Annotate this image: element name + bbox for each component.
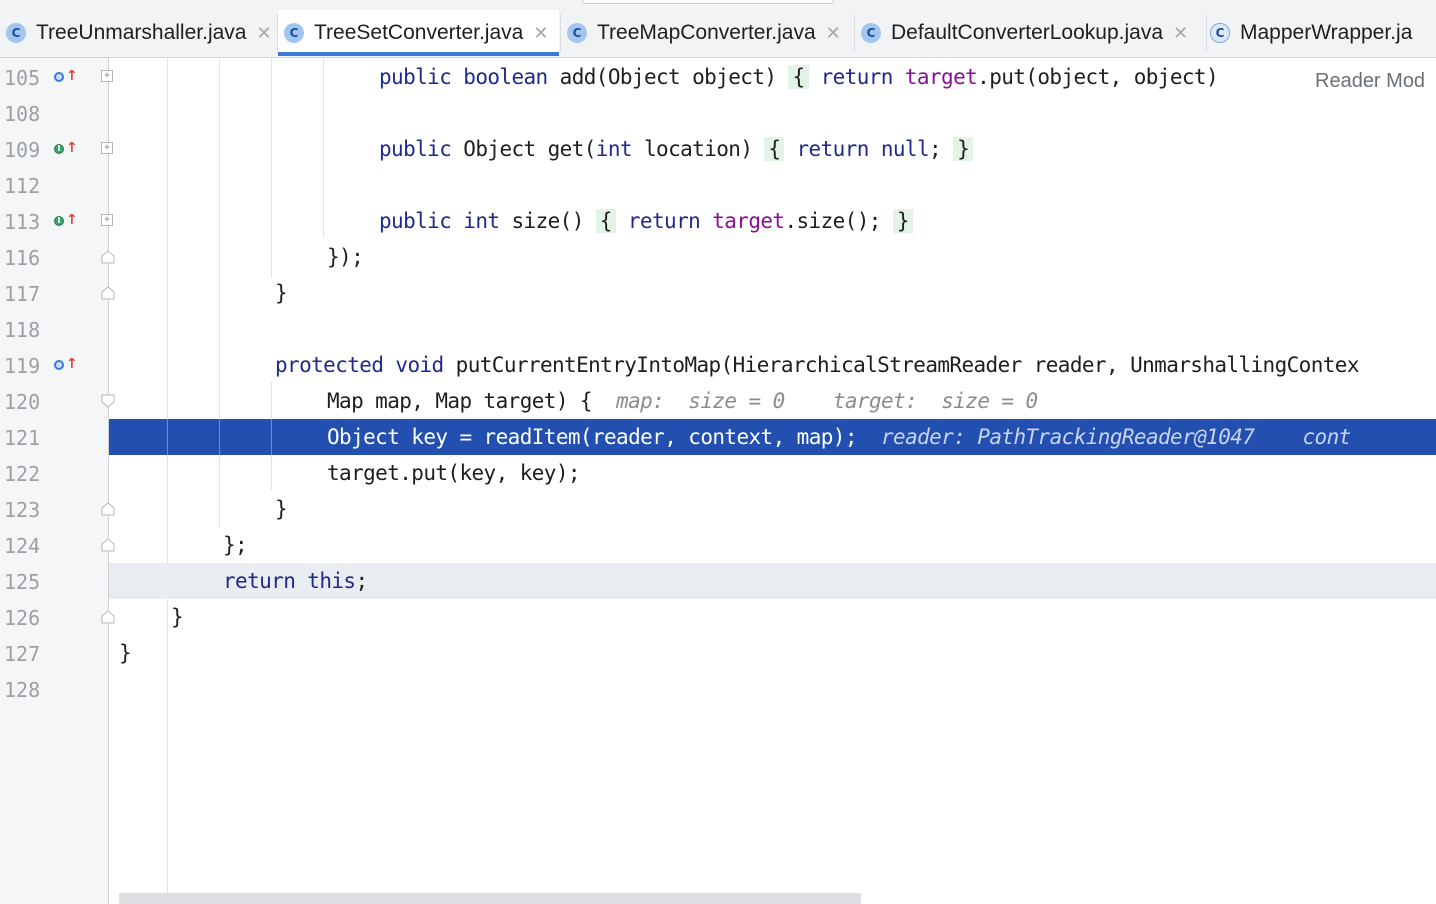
line-number: 105 bbox=[4, 66, 41, 90]
tab-label: TreeSetConverter.java bbox=[314, 21, 524, 44]
tab-label: TreeMapConverter.java bbox=[597, 21, 816, 44]
line-number: 117 bbox=[4, 282, 41, 306]
line-number: 120 bbox=[4, 390, 41, 414]
code-line[interactable]: 120 Map map, Map target) { map: size = 0… bbox=[0, 383, 1436, 419]
code-line[interactable]: 122 target.put(key, key); bbox=[0, 455, 1436, 491]
indent-guide bbox=[167, 419, 168, 455]
caret-line[interactable]: return this; bbox=[109, 563, 1436, 599]
line-number: 125 bbox=[4, 570, 41, 594]
tab-default-converter-lookup[interactable]: C DefaultConverterLookup.java ✕ bbox=[855, 10, 1205, 56]
abstract-class-icon: C bbox=[1210, 23, 1230, 43]
code-text: Map map, Map target) { map: size = 0 tar… bbox=[327, 389, 1038, 413]
code-line[interactable]: 127 } bbox=[0, 635, 1436, 671]
line-number: 122 bbox=[4, 462, 41, 486]
line-number: 108 bbox=[4, 102, 41, 126]
active-tab-underline bbox=[278, 52, 559, 56]
code-line[interactable]: 117 } bbox=[0, 275, 1436, 311]
close-icon[interactable]: ✕ bbox=[1173, 23, 1188, 44]
code-line[interactable]: 118 bbox=[0, 311, 1436, 347]
code-text: public boolean add(Object object) { retu… bbox=[379, 65, 1219, 89]
line-number: 126 bbox=[4, 606, 41, 630]
tab-label: MapperWrapper.ja bbox=[1240, 21, 1413, 44]
code-line-gutter: 121 bbox=[0, 419, 108, 455]
line-number: 118 bbox=[4, 318, 41, 342]
fold-end-icon[interactable] bbox=[101, 538, 115, 552]
code-text: protected void putCurrentEntryIntoMap(Hi… bbox=[275, 353, 1359, 377]
fold-expand-icon[interactable]: + bbox=[101, 142, 113, 154]
close-icon[interactable]: ✕ bbox=[826, 23, 841, 44]
code-content: Map map, Map target) { bbox=[327, 389, 593, 413]
tab-label: DefaultConverterLookup.java bbox=[891, 21, 1163, 44]
code-text: }); bbox=[327, 245, 364, 269]
code-line[interactable]: 113 I ↑ + public int size() { return targ… bbox=[0, 203, 1436, 239]
inline-debug-hint: map: size = 0 target: size = 0 bbox=[616, 389, 1038, 413]
line-number: 112 bbox=[4, 174, 41, 198]
code-line[interactable]: 112 bbox=[0, 167, 1436, 203]
line-number: 123 bbox=[4, 498, 41, 522]
code-text: }; bbox=[223, 533, 248, 557]
code-text: target.put(key, key); bbox=[327, 461, 581, 485]
code-text: } bbox=[275, 497, 288, 521]
code-text: } bbox=[119, 641, 132, 665]
code-text: return this; bbox=[223, 569, 368, 593]
code-content: Object key = readItem(reader, context, m… bbox=[327, 425, 858, 449]
line-number: 127 bbox=[4, 642, 41, 666]
fold-end-icon[interactable] bbox=[101, 502, 115, 516]
tab-tree-set-converter[interactable]: C TreeSetConverter.java ✕ bbox=[278, 10, 559, 56]
code-text: } bbox=[171, 605, 184, 629]
fold-end-icon[interactable] bbox=[101, 250, 115, 264]
line-number: 116 bbox=[4, 246, 41, 270]
code-line[interactable]: 105 ↑ + public boolean add(Object object… bbox=[0, 59, 1436, 95]
code-text: public int size() { return target.size()… bbox=[379, 209, 913, 233]
override-marker-icon[interactable]: ↑ bbox=[54, 357, 78, 375]
code-line[interactable]: 119 ↑ protected void putCurrentEntryInto… bbox=[0, 347, 1436, 383]
fold-expand-icon[interactable]: + bbox=[101, 70, 113, 82]
code-line[interactable]: 109 I ↑ + public Object get(int location)… bbox=[0, 131, 1436, 167]
horizontal-scrollbar[interactable] bbox=[119, 893, 861, 904]
line-number: 109 bbox=[4, 138, 41, 162]
indent-guide bbox=[271, 419, 272, 455]
tab-bar-top-indicator bbox=[582, 0, 834, 4]
code-line[interactable]: 116 }); bbox=[0, 239, 1436, 275]
code-line[interactable]: 108 bbox=[0, 95, 1436, 131]
code-line[interactable]: 126 } bbox=[0, 599, 1436, 635]
close-icon[interactable]: ✕ bbox=[256, 23, 271, 44]
line-number: 124 bbox=[4, 534, 41, 558]
class-icon: C bbox=[861, 23, 881, 43]
execution-point-line[interactable]: Object key = readItem(reader, context, m… bbox=[109, 419, 1436, 455]
reader-mode-button[interactable]: Reader Mod bbox=[1315, 70, 1425, 93]
code-line[interactable]: 128 bbox=[0, 671, 1436, 707]
fold-start-icon[interactable] bbox=[101, 394, 115, 408]
line-number: 121 bbox=[4, 426, 41, 450]
close-icon[interactable]: ✕ bbox=[533, 23, 548, 44]
class-icon: C bbox=[567, 23, 587, 43]
implements-marker-icon[interactable]: I ↑ bbox=[54, 141, 78, 159]
fold-end-icon[interactable] bbox=[101, 610, 115, 624]
fold-expand-icon[interactable]: + bbox=[101, 214, 113, 226]
code-text: Object key = readItem(reader, context, m… bbox=[327, 425, 1351, 449]
code-text: } bbox=[275, 281, 288, 305]
line-number: 119 bbox=[4, 354, 41, 378]
code-line[interactable]: 124 }; bbox=[0, 527, 1436, 563]
editor-tab-bar: C TreeUnmarshaller.java ✕ C TreeSetConve… bbox=[0, 0, 1436, 58]
override-marker-icon[interactable]: ↑ bbox=[54, 69, 78, 87]
code-text: public Object get(int location) { return… bbox=[379, 137, 974, 161]
tab-mapper-wrapper[interactable]: C MapperWrapper.ja bbox=[1204, 10, 1436, 56]
indent-guide bbox=[219, 419, 220, 455]
tab-label: TreeUnmarshaller.java bbox=[36, 21, 247, 44]
code-line[interactable]: 123 } bbox=[0, 491, 1436, 527]
class-icon: C bbox=[6, 23, 26, 43]
implements-marker-icon[interactable]: I ↑ bbox=[54, 213, 78, 231]
tab-tree-map-converter[interactable]: C TreeMapConverter.java ✕ bbox=[561, 10, 853, 56]
fold-end-icon[interactable] bbox=[101, 286, 115, 300]
line-number: 128 bbox=[4, 678, 41, 702]
code-line-gutter: 125 bbox=[0, 563, 108, 599]
line-number: 113 bbox=[4, 210, 41, 234]
tab-tree-unmarshaller[interactable]: C TreeUnmarshaller.java ✕ bbox=[0, 10, 276, 56]
class-icon: C bbox=[284, 23, 304, 43]
inline-debug-hint: reader: PathTrackingReader@1047 cont bbox=[881, 425, 1351, 449]
